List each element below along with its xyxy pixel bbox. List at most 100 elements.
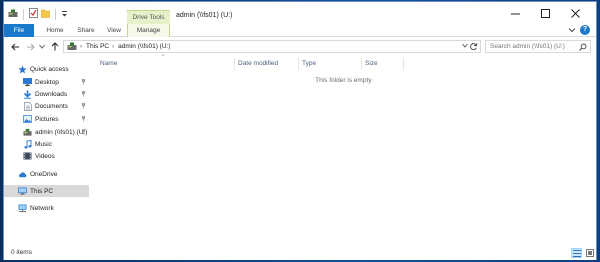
maximize-button[interactable] [530,6,560,21]
search-box[interactable] [485,40,591,53]
toolbar-separator [23,8,24,20]
nav-label: Downloads [35,90,68,98]
breadcrumb-separator[interactable]: › [112,44,114,50]
recent-locations-button[interactable] [38,41,45,52]
nav-label: This PC [30,187,54,195]
pin-icon [81,79,86,87]
drive-icon [8,9,18,20]
status-bar: 0 items [4,246,596,260]
search-input[interactable] [490,43,578,50]
nav-label: Documents [35,102,68,110]
back-button[interactable] [10,41,21,52]
tab-view[interactable]: View [101,24,127,37]
quick-access-toolbar [8,8,68,20]
large-icons-view-button[interactable] [584,248,595,258]
pictures-icon [23,115,32,124]
videos-icon [23,152,32,161]
nav-label: Network [30,204,54,212]
music-icon [23,139,32,149]
nav-item-documents[interactable]: Documents [4,100,89,112]
nav-label: Desktop [35,78,59,86]
downloads-icon [23,90,32,99]
documents-icon [23,101,32,111]
customize-toolbar-icon[interactable] [61,9,68,20]
up-button[interactable] [49,41,60,52]
breadcrumb-this-pc[interactable]: This PC [86,43,109,50]
pin-icon [81,103,86,111]
address-dropdown-button[interactable] [462,43,468,50]
nav-item-desktop[interactable]: Desktop [4,76,89,88]
ribbon-tabs: File Home Share View Manage ? [4,24,596,37]
nav-item-this-pc[interactable]: This PC [4,185,89,197]
arrow-up-icon [51,42,58,51]
pin-icon [81,129,86,137]
nav-item-downloads[interactable]: Downloads [4,88,89,100]
help-icon: ? [582,26,588,33]
tab-home[interactable]: Home [40,24,70,37]
tab-file[interactable]: File [4,24,34,37]
nav-item-quick-access[interactable]: Quick access [4,63,89,75]
file-list[interactable]: ^ Name Date modified Type Size This fold… [93,54,595,246]
nav-label: admin (\\fs01) (U:) [35,128,88,136]
toolbar-separator [55,8,56,20]
desktop-folder-icon [23,78,32,87]
close-button[interactable] [560,6,590,21]
item-count: 0 items [11,249,32,256]
minimize-button[interactable] [500,6,530,21]
navigation-pane: Quick access Desktop Downloads Documents [4,58,89,246]
nav-item-music[interactable]: Music [4,138,89,150]
network-drive-icon [23,128,32,137]
address-bar[interactable]: › This PC › admin (\\fs01) (U:) [63,40,481,53]
help-button[interactable]: ? [580,25,590,35]
expand-ribbon-button[interactable] [568,26,576,36]
refresh-icon [470,43,478,51]
nav-label: Music [35,140,52,148]
drive-tools-context-label: Drive Tools [127,10,170,24]
nav-label: OneDrive [30,170,58,178]
nav-label: Pictures [35,115,59,123]
forward-button[interactable] [25,41,36,52]
navigation-bar: › This PC › admin (\\fs01) (U:) [4,38,596,56]
pin-icon [81,91,86,99]
details-view-icon [572,249,581,257]
close-icon [570,9,580,18]
column-header-type[interactable]: Type [299,58,362,70]
explorer-window: Drive Tools admin (\\fs01) (U:) File Hom… [3,1,597,260]
nav-label: Videos [35,152,55,160]
refresh-button[interactable] [469,42,478,53]
star-icon [18,64,27,74]
properties-icon[interactable] [29,8,38,20]
search-icon[interactable] [579,43,587,53]
maximize-icon [540,9,550,18]
network-icon [18,204,27,213]
nav-item-admin-drive[interactable]: admin (\\fs01) (U:) [4,126,89,138]
column-header-date-modified[interactable]: Date modified [235,58,299,70]
nav-item-onedrive[interactable]: OneDrive [4,168,89,180]
tab-share[interactable]: Share [71,24,101,37]
tab-manage[interactable]: Manage [127,24,170,37]
new-folder-icon[interactable] [41,8,50,20]
window-title: admin (\\fs01) (U:) [176,12,233,19]
large-icons-view-icon [585,249,594,257]
empty-folder-message: This folder is empty. [315,77,373,84]
pin-icon [81,116,86,124]
network-drive-icon [67,42,77,51]
details-view-button[interactable] [571,248,582,258]
chevron-down-icon [38,44,45,49]
minimize-icon [510,13,520,15]
nav-item-videos[interactable]: Videos [4,150,89,162]
window-controls [500,6,590,21]
arrow-right-icon [27,43,35,50]
chevron-down-icon [462,43,468,48]
nav-item-network[interactable]: Network [4,202,89,214]
chevron-down-icon [568,28,576,33]
column-header-size[interactable]: Size [362,58,404,70]
breadcrumb-current-drive[interactable]: admin (\\fs01) (U:) [118,43,170,50]
cloud-icon [18,170,27,179]
nav-item-pictures[interactable]: Pictures [4,113,89,125]
arrow-left-icon [11,43,19,50]
title-bar: Drive Tools admin (\\fs01) (U:) [4,2,596,24]
column-header-name[interactable]: Name [97,58,235,70]
breadcrumb-separator[interactable]: › [80,44,82,50]
computer-icon [18,187,27,196]
